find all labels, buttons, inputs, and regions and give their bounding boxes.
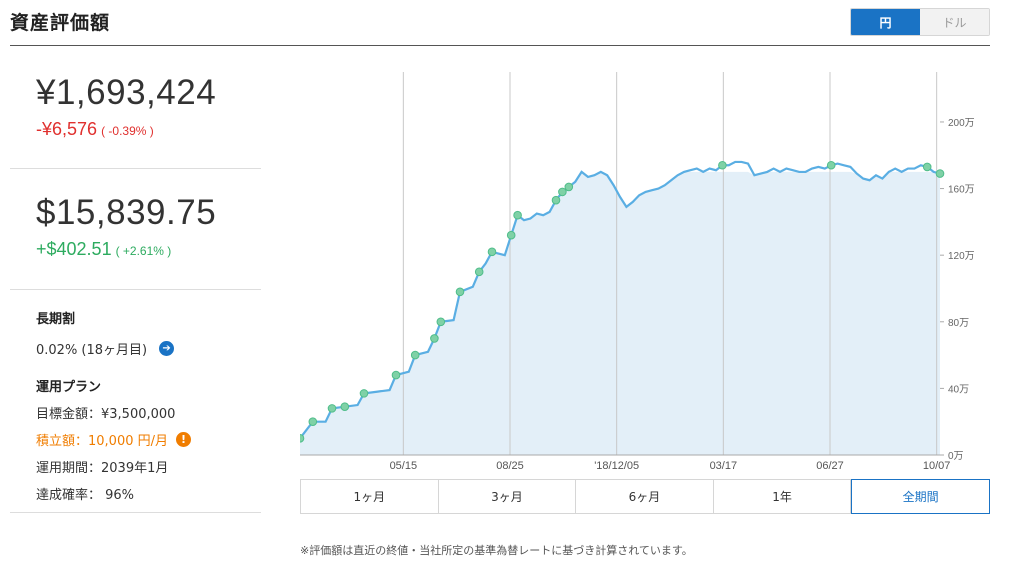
chart-marker <box>935 169 945 178</box>
chart-marker <box>474 267 484 277</box>
yen-change-amount: -¥6,576 <box>36 118 98 139</box>
y-tick-label: 40万 <box>948 384 969 395</box>
chart-marker <box>487 247 497 257</box>
y-tick-label: 120万 <box>948 251 975 262</box>
chart-marker <box>564 182 574 192</box>
range-tab-1y[interactable]: 1年 <box>714 480 852 513</box>
chart-marker <box>436 317 446 327</box>
chart-marker <box>922 162 932 172</box>
range-tab-1m[interactable]: 1ヶ月 <box>301 480 439 513</box>
usd-change-amount: +$402.51 <box>36 238 112 259</box>
yen-summary: ¥1,693,424 -¥6,576( -0.39% ) <box>10 60 261 169</box>
x-tick-label: 10/07 <box>923 460 951 472</box>
range-tab-6m[interactable]: 6ヶ月 <box>576 480 714 513</box>
chart-marker <box>308 417 318 426</box>
chart-marker <box>410 350 420 360</box>
x-tick-label: '18/12/05 <box>594 460 639 472</box>
chart-marker <box>327 404 337 413</box>
chart-marker <box>391 370 401 380</box>
chart-marker <box>513 210 522 220</box>
chart-area-fill <box>300 171 940 456</box>
long-term-discount-value: 0.02% (18ヶ月目) <box>36 343 148 358</box>
usd-change-pct: ( +2.61% ) <box>115 243 172 258</box>
yen-value: ¥1,693,424 <box>36 73 217 112</box>
chart-marker <box>718 160 727 170</box>
usd-value: $15,839.75 <box>36 193 217 232</box>
long-term-discount-heading: 長期割 <box>36 312 76 327</box>
arrow-right-icon[interactable]: ➔ <box>159 341 175 356</box>
currency-usd-button[interactable]: ドル <box>920 9 989 35</box>
warning-icon[interactable]: ! <box>176 432 191 447</box>
x-tick-label: 06/27 <box>816 460 844 472</box>
summary-panel: ¥1,693,424 -¥6,576( -0.39% ) $15,839.75 … <box>10 60 261 513</box>
page-title: 資産評価額 <box>10 12 111 34</box>
yen-change-pct: ( -0.39% ) <box>101 123 154 138</box>
plan-period: 運用期間：2039年1月 <box>36 461 169 476</box>
plan-target: 目標金額：¥3,500,000 <box>36 407 176 422</box>
plan-probability: 達成確率： 96% <box>36 488 135 503</box>
y-tick-label: 160万 <box>948 185 975 196</box>
chart-marker <box>300 434 305 443</box>
footnote: ※評価額は直近の終値・当社所定の基準為替レートに基づき計算されています。 <box>300 544 693 557</box>
chart-marker <box>430 334 439 343</box>
chart-marker <box>359 389 369 398</box>
chart-marker <box>340 402 350 412</box>
currency-toggle: 円 ドル <box>850 8 990 36</box>
chart-marker <box>826 160 836 170</box>
currency-yen-button[interactable]: 円 <box>851 9 920 35</box>
asset-chart: 05/15 08/25 '18/12/05 03/17 06/27 10/07 0万 40万 8… <box>300 72 980 472</box>
plan-info: 長期割 0.02% (18ヶ月目) ➔ 運用プラン 目標金額：¥3,500,00… <box>10 290 261 513</box>
plan-monthly: 積立額：10,000 円/月 <box>36 434 168 449</box>
y-tick-label: 200万 <box>948 118 975 129</box>
long-term-discount-row: 0.02% (18ヶ月目) ➔ <box>36 339 261 358</box>
usd-change: +$402.51( +2.61% ) <box>36 239 261 260</box>
plan-heading: 運用プラン <box>36 380 102 395</box>
x-tick-label: 08/25 <box>496 460 524 472</box>
range-tab-all[interactable]: 全期間 <box>851 479 990 514</box>
page-header: 資産評価額 円 ドル <box>10 0 990 46</box>
chart-marker <box>558 187 567 197</box>
x-tick-label: 03/17 <box>710 460 738 472</box>
chart-marker <box>506 230 516 240</box>
usd-summary: $15,839.75 +$402.51( +2.61% ) <box>10 169 261 290</box>
x-tick-label: 05/15 <box>390 460 418 472</box>
yen-change: -¥6,576( -0.39% ) <box>36 119 261 140</box>
range-tab-3m[interactable]: 3ヶ月 <box>439 480 577 513</box>
asset-chart-svg: 05/15 08/25 '18/12/05 03/17 06/27 10/070万 40万 8… <box>300 72 975 472</box>
y-tick-label: 0万 <box>948 451 964 462</box>
chart-marker <box>455 287 465 297</box>
plan-monthly-row: 積立額：10,000 円/月 ! <box>36 430 261 449</box>
y-tick-label: 80万 <box>948 318 969 329</box>
chart-marker <box>551 195 561 205</box>
range-tabs: 1ヶ月 3ヶ月 6ヶ月 1年 全期間 <box>300 479 990 514</box>
